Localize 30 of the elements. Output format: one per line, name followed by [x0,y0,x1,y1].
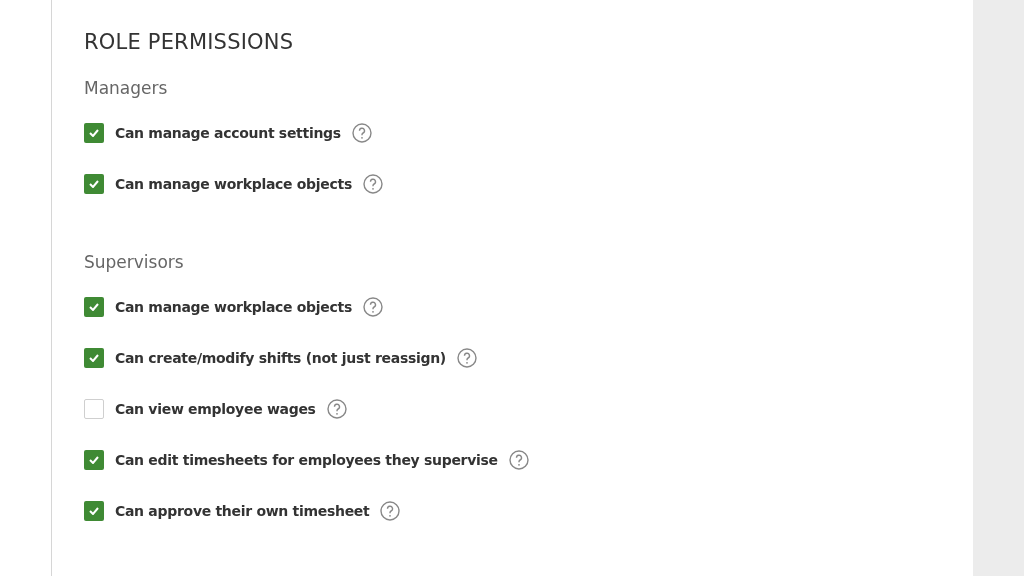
permission-label: Can manage account settings [115,124,341,141]
checkbox[interactable] [84,296,104,317]
checkmark-icon [89,506,99,515]
checkbox[interactable] [84,122,104,143]
help-icon[interactable] [362,173,383,194]
help-icon[interactable] [362,296,383,317]
checkbox[interactable] [84,347,104,368]
checkmark-icon [89,302,99,311]
permission-label: Can create/modify shifts (not just reassign) [115,349,446,366]
help-icon[interactable] [380,500,401,521]
help-icon[interactable] [326,398,347,419]
checkmark-icon [89,455,99,464]
permission-label: Can manage workplace objects [115,175,352,192]
section-title: ROLE PERMISSIONS [84,30,295,54]
permission-label: Can manage workplace objects [115,298,352,315]
permission-label: Can edit timesheets for employees they supervise [115,451,498,468]
help-icon[interactable] [456,347,477,368]
checkmark-icon [89,128,99,137]
checkmark-icon [89,179,99,188]
checkbox[interactable] [84,500,104,521]
help-icon[interactable] [508,449,529,470]
checkbox[interactable] [84,173,104,194]
help-icon[interactable] [351,122,372,143]
permission-label: Can view employee wages [115,400,316,417]
permission-label: Can approve their own timesheet [115,502,370,519]
checkbox[interactable] [84,398,104,419]
checkmark-icon [89,353,99,362]
group-heading: Managers [84,78,169,98]
group-heading: Supervisors [84,252,185,272]
checkbox[interactable] [84,449,104,470]
